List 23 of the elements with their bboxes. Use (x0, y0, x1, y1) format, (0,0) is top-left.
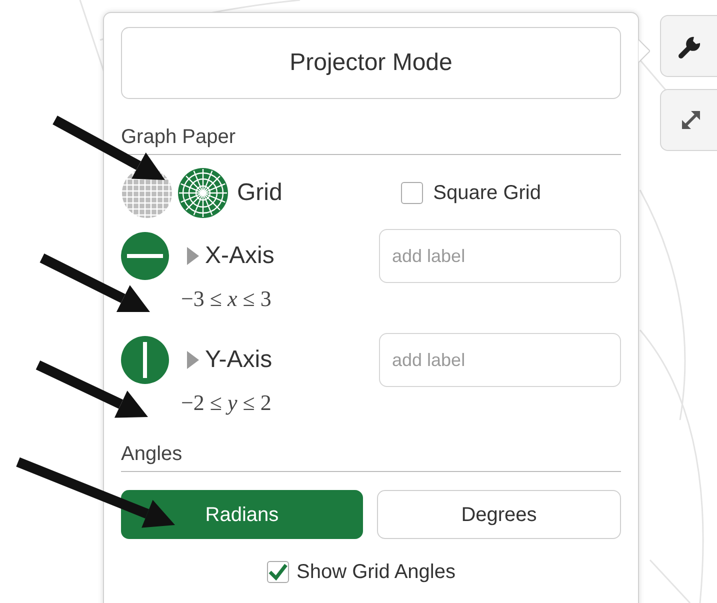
expand-triangle-icon[interactable] (187, 247, 199, 265)
axis-label: X-Axis (205, 241, 274, 271)
axis-label: Y-Axis (205, 345, 272, 375)
angle-unit-button[interactable]: Radians (121, 490, 363, 539)
label-input-field[interactable]: add label (379, 229, 621, 283)
polar-grid-icon[interactable] (177, 167, 229, 219)
section-heading: Angles (121, 442, 184, 466)
projector-mode-button[interactable]: Projector Mode (121, 27, 621, 99)
label-input-field[interactable]: add label (379, 333, 621, 387)
section-heading: Graph Paper (121, 125, 237, 149)
checkbox-label: Show Grid Angles (296, 560, 456, 585)
grid-label: Grid (237, 178, 282, 208)
checkbox[interactable] (401, 182, 424, 204)
checkbox[interactable] (266, 561, 288, 583)
angle-unit-button[interactable]: Degrees (377, 490, 621, 539)
expand-triangle-icon[interactable] (187, 351, 199, 369)
resize-button[interactable] (660, 89, 717, 151)
y-axis-toggle-icon[interactable] (121, 336, 169, 384)
x-axis-toggle-icon[interactable] (121, 232, 169, 280)
settings-button[interactable] (660, 15, 717, 77)
axis-range-text: −3 ≤ x ≤ 3 (181, 285, 272, 313)
checkbox-label: Square Grid (433, 181, 541, 206)
axis-range-text: −2 ≤ y ≤ 2 (181, 389, 272, 417)
